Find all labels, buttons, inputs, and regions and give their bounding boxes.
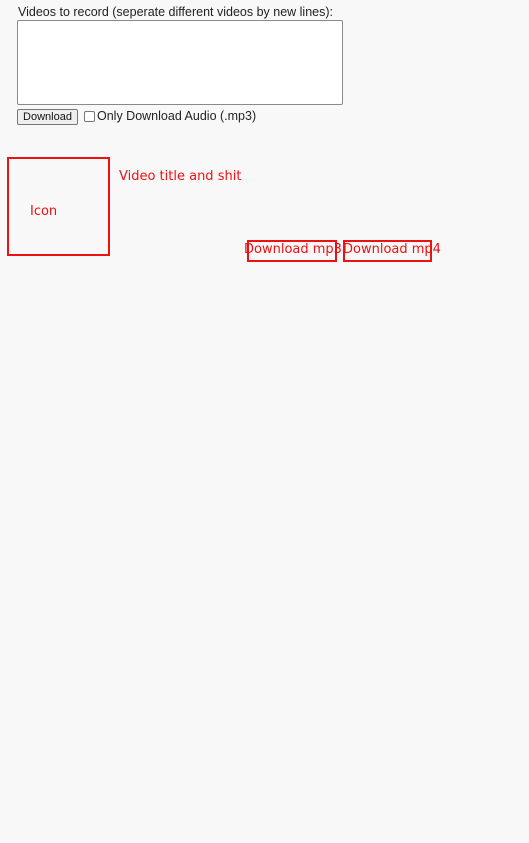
videos-input-label: Videos to record (seperate different vid… <box>18 5 333 19</box>
audio-only-checkbox[interactable] <box>84 111 95 122</box>
videos-textarea[interactable] <box>17 20 343 105</box>
audio-only-label: Only Download Audio (.mp3) <box>97 109 257 123</box>
download-mp3-label: Download mp3 <box>244 242 342 257</box>
download-mp4-label: Download mp4 <box>343 242 441 257</box>
icon-placeholder-label: Icon <box>30 204 58 219</box>
video-icon-placeholder <box>7 157 110 256</box>
download-button[interactable]: Download <box>17 109 78 125</box>
video-title-placeholder: Video title and shit <box>119 169 242 184</box>
